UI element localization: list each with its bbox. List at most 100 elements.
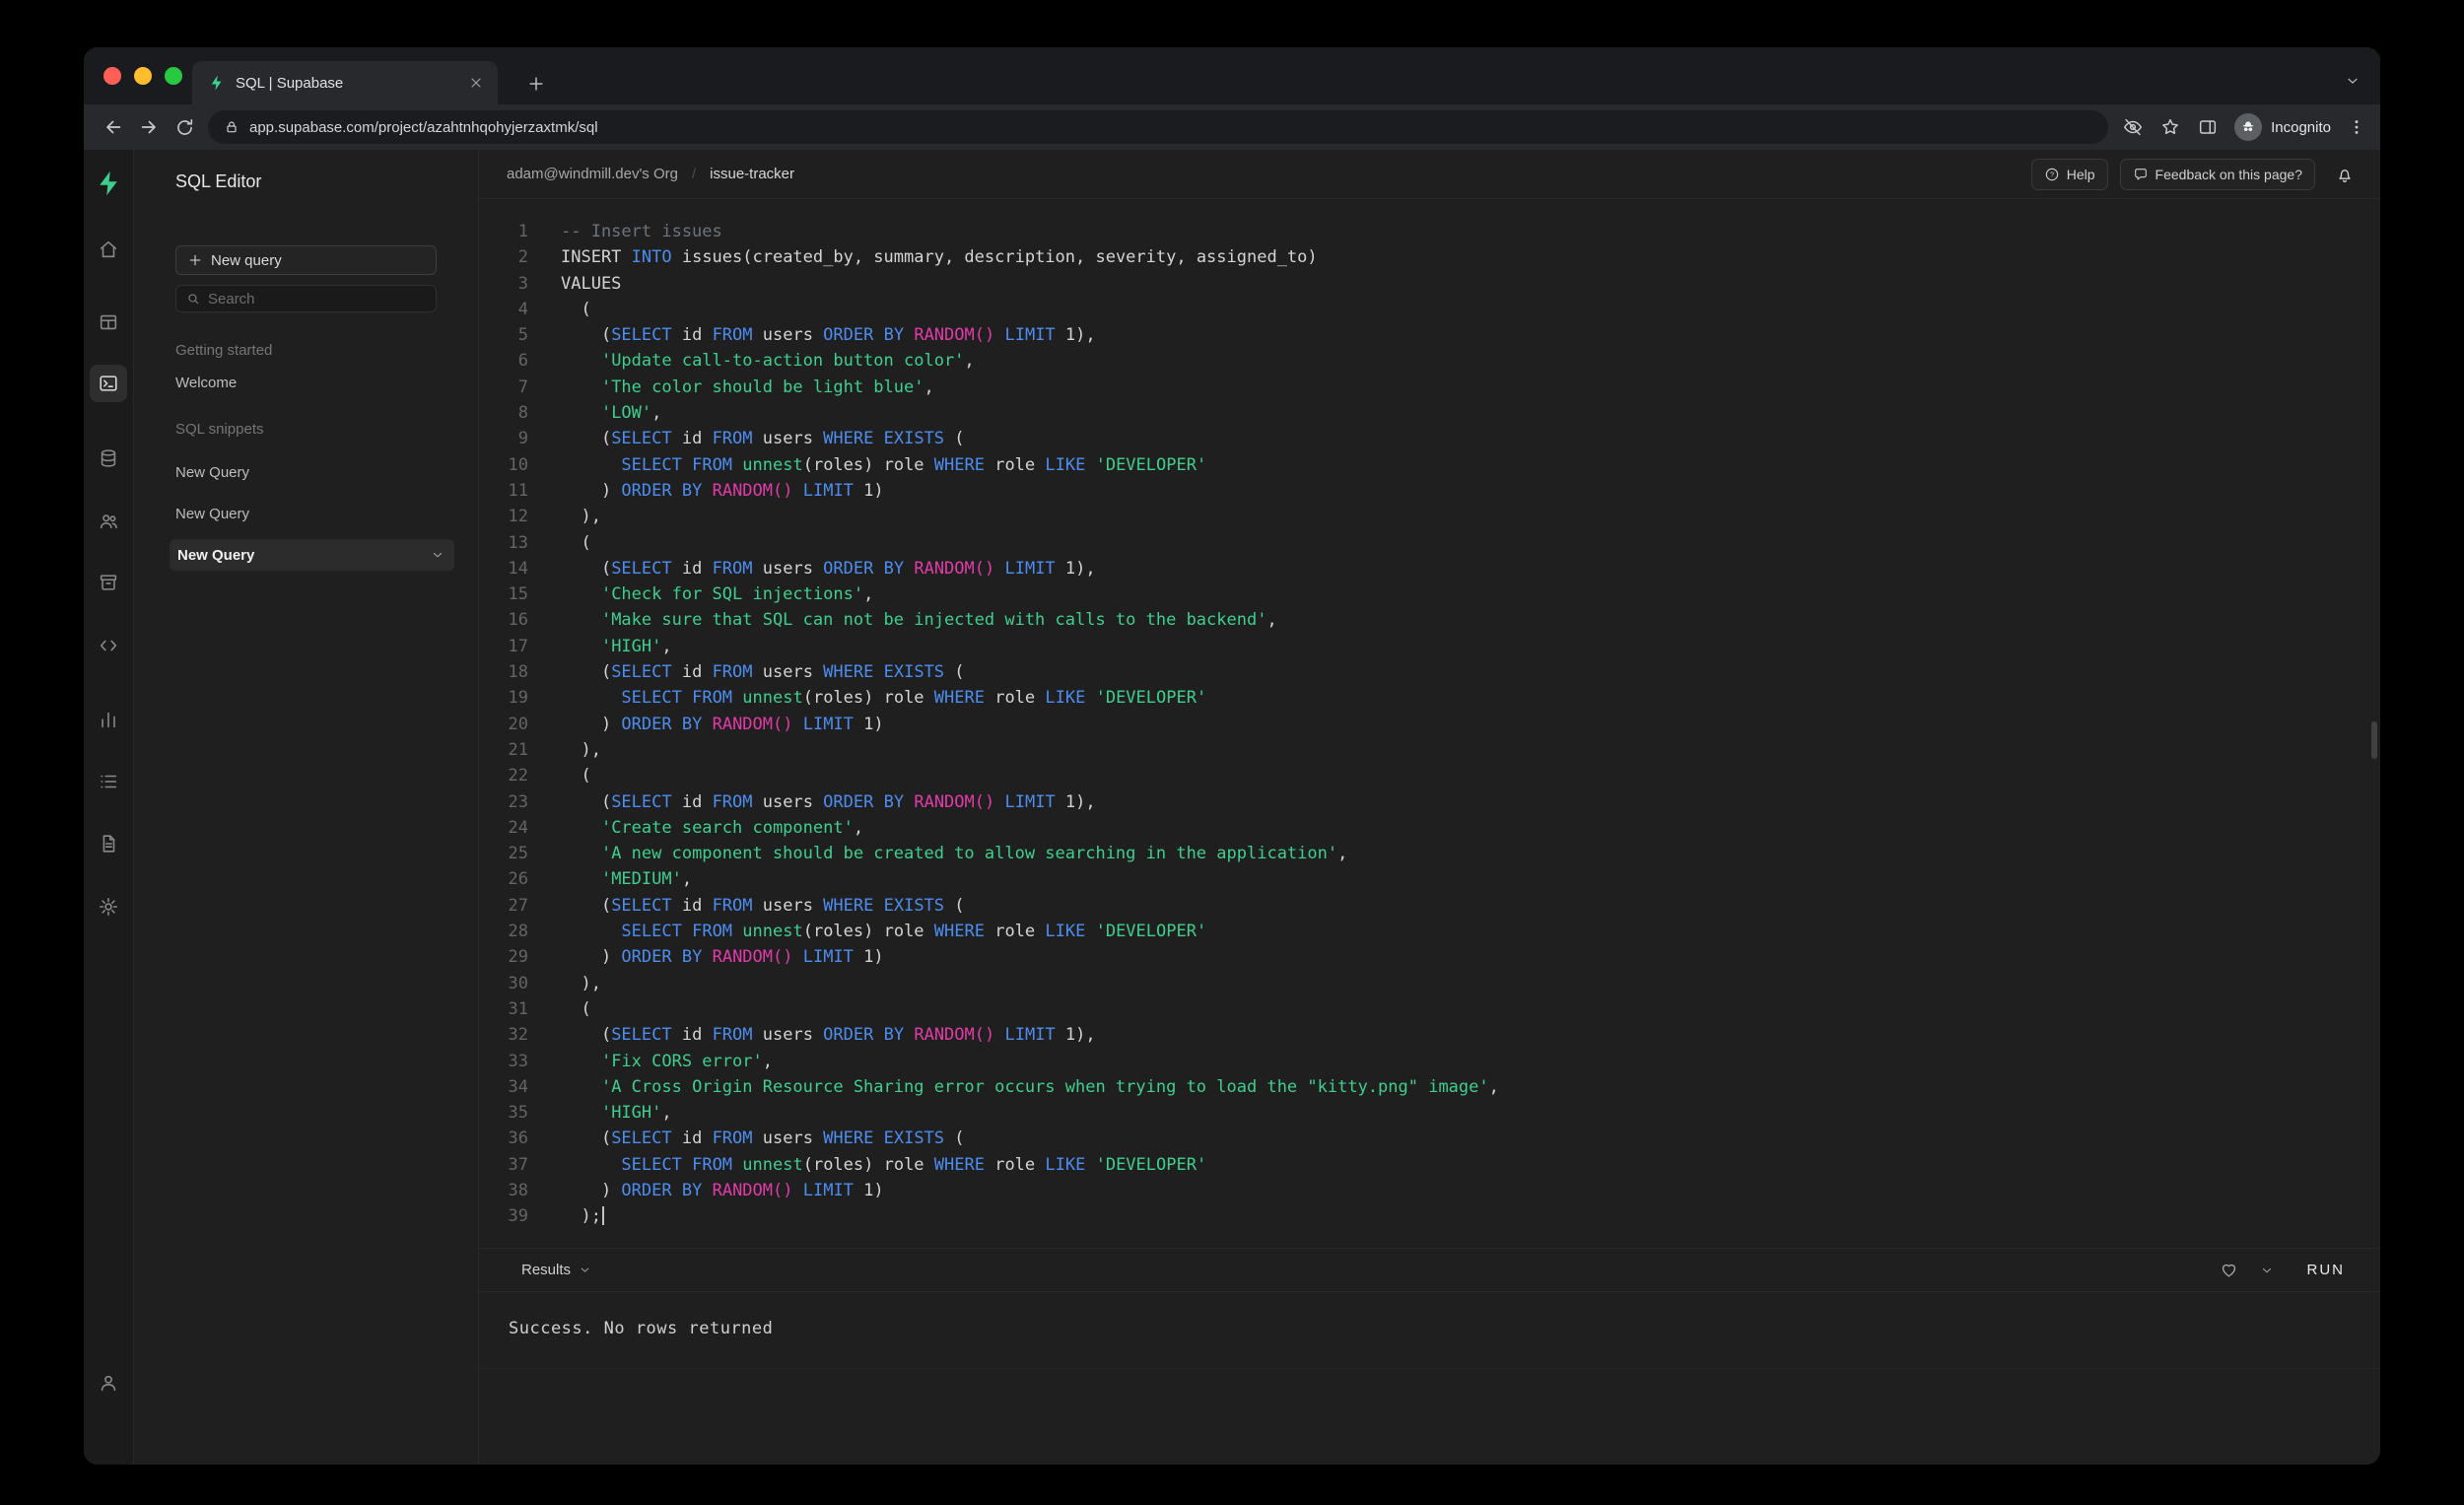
line-number: 10 (508, 454, 528, 475)
code-line[interactable]: 17 'HIGH', (479, 634, 2380, 659)
code-line[interactable]: 5 (SELECT id FROM users ORDER BY RANDOM(… (479, 322, 2380, 348)
code-line[interactable]: 24 'Create search component', (479, 815, 2380, 841)
sidebar-item-logs[interactable] (90, 763, 127, 800)
search-input[interactable] (208, 290, 426, 308)
secure-lock-icon[interactable] (224, 119, 240, 135)
line-number: 21 (508, 739, 528, 760)
code-line[interactable]: 19 SELECT FROM unnest(roles) role WHERE … (479, 685, 2380, 711)
browser-tab[interactable]: SQL | Supabase (192, 61, 498, 104)
code-line[interactable]: 11 ) ORDER BY RANDOM() LIMIT 1) (479, 478, 2380, 504)
code-line[interactable]: 6 'Update call-to-action button color', (479, 348, 2380, 374)
code-line[interactable]: 3 VALUES (479, 271, 2380, 297)
chevron-down-icon[interactable] (431, 548, 445, 562)
sidebar-item-storage[interactable] (90, 564, 127, 601)
query-list-item-selected[interactable]: New Query (170, 539, 454, 571)
toolbar-actions: Incognito (2122, 113, 2366, 141)
query-list-item[interactable]: New Query (134, 493, 478, 534)
line-number: 36 (508, 1129, 528, 1149)
eye-off-icon[interactable] (2122, 116, 2144, 138)
back-button[interactable] (96, 109, 131, 145)
sidebar-item-reports[interactable] (90, 701, 127, 738)
code-line[interactable]: 25 'A new component should be created to… (479, 841, 2380, 866)
url-text[interactable]: app.supabase.com/project/azahtnhqohyjerz… (249, 119, 598, 136)
notifications-bell-icon[interactable] (2335, 165, 2355, 184)
new-tab-button[interactable] (521, 69, 551, 99)
section-label-sql-snippets: SQL snippets (175, 421, 264, 438)
results-dropdown[interactable]: Results (521, 1262, 591, 1278)
code-line[interactable]: 34 'A Cross Origin Resource Sharing erro… (479, 1074, 2380, 1100)
code-line[interactable]: 1 -- Insert issues (479, 219, 2380, 244)
browser-menu-icon[interactable] (2347, 117, 2366, 137)
code-line[interactable]: 14 (SELECT id FROM users ORDER BY RANDOM… (479, 556, 2380, 581)
incognito-badge[interactable]: Incognito (2234, 113, 2331, 141)
bookmark-star-icon[interactable] (2159, 116, 2181, 138)
editor-scrollbar[interactable] (2371, 721, 2377, 759)
line-number: 11 (508, 480, 528, 501)
close-window-button[interactable] (103, 67, 121, 85)
save-options-chevron-icon[interactable] (2260, 1264, 2274, 1277)
code-line[interactable]: 31 ( (479, 996, 2380, 1022)
code-line[interactable]: 38 ) ORDER BY RANDOM() LIMIT 1) (479, 1178, 2380, 1203)
code-line[interactable]: 35 'HIGH', (479, 1100, 2380, 1126)
code-line[interactable]: 15 'Check for SQL injections', (479, 581, 2380, 607)
code-line[interactable]: 22 ( (479, 763, 2380, 788)
minimize-window-button[interactable] (134, 67, 152, 85)
side-panel-icon[interactable] (2197, 116, 2219, 138)
code-line[interactable]: 7 'The color should be light blue', (479, 375, 2380, 400)
code-line[interactable]: 27 (SELECT id FROM users WHERE EXISTS ( (479, 893, 2380, 919)
code-line[interactable]: 12 ), (479, 504, 2380, 529)
sidebar-item-database[interactable] (90, 440, 127, 477)
sidebar-item-table-editor[interactable] (90, 304, 127, 341)
tab-close-icon[interactable] (468, 75, 484, 91)
help-button[interactable]: ? Help (2030, 158, 2108, 190)
code-line[interactable]: 13 ( (479, 530, 2380, 556)
zoom-window-button[interactable] (165, 67, 182, 85)
sidebar-search[interactable] (175, 285, 437, 312)
code-line[interactable]: 26 'MEDIUM', (479, 866, 2380, 892)
code-line[interactable]: 39 ); (479, 1203, 2380, 1229)
code-line[interactable]: 18 (SELECT id FROM users WHERE EXISTS ( (479, 659, 2380, 685)
sql-editor-canvas[interactable]: 1 -- Insert issues 2 INSERT INTO issues(cre… (479, 199, 2380, 1248)
code-line[interactable]: 37 SELECT FROM unnest(roles) role WHERE … (479, 1152, 2380, 1178)
forward-button[interactable] (131, 109, 167, 145)
query-list-item[interactable]: New Query (134, 451, 478, 493)
code-line[interactable]: 16 'Make sure that SQL can not be inject… (479, 607, 2380, 633)
sidebar-item-authentication[interactable] (90, 503, 127, 540)
sidebar-item-settings[interactable] (90, 888, 127, 925)
code-line[interactable]: 30 ), (479, 971, 2380, 996)
reload-button[interactable] (167, 109, 202, 145)
line-number: 20 (508, 714, 528, 734)
code-line[interactable]: 21 ), (479, 737, 2380, 763)
tab-list-chevron-icon[interactable] (2341, 69, 2364, 93)
run-button[interactable]: RUN (2307, 1262, 2346, 1278)
code-line[interactable]: 9 (SELECT id FROM users WHERE EXISTS ( (479, 426, 2380, 451)
code-line[interactable]: 36 (SELECT id FROM users WHERE EXISTS ( (479, 1126, 2380, 1151)
code-line[interactable]: 23 (SELECT id FROM users ORDER BY RANDOM… (479, 789, 2380, 815)
code-line[interactable]: 8 'LOW', (479, 400, 2380, 426)
sidebar-item-sql-editor[interactable] (90, 365, 127, 402)
line-number: 26 (508, 869, 528, 890)
code-line[interactable]: 28 SELECT FROM unnest(roles) role WHERE … (479, 919, 2380, 944)
sidebar-item-functions[interactable] (90, 627, 127, 664)
code-line[interactable]: 2 INSERT INTO issues(created_by, summary,… (479, 244, 2380, 270)
favorite-heart-icon[interactable] (2220, 1261, 2238, 1279)
sidebar-item-docs[interactable] (90, 825, 127, 862)
code-line[interactable]: 29 ) ORDER BY RANDOM() LIMIT 1) (479, 944, 2380, 970)
new-query-button[interactable]: New query (175, 245, 437, 275)
sidebar-item-home[interactable] (90, 231, 127, 268)
line-number: 32 (508, 1025, 528, 1046)
supabase-logo-icon[interactable] (95, 170, 122, 197)
feedback-button[interactable]: Feedback on this page? (2119, 158, 2315, 190)
breadcrumb-project[interactable]: issue-tracker (710, 166, 794, 182)
code-line[interactable]: 4 ( (479, 297, 2380, 322)
success-message: Success. No rows returned (509, 1319, 774, 1338)
code-line[interactable]: 10 SELECT FROM unnest(roles) role WHERE … (479, 452, 2380, 478)
account-icon[interactable] (90, 1364, 127, 1402)
sidebar-item-welcome[interactable]: Welcome (134, 375, 478, 391)
code-line[interactable]: 32 (SELECT id FROM users ORDER BY RANDOM… (479, 1022, 2380, 1048)
code-line[interactable]: 33 'Fix CORS error', (479, 1049, 2380, 1074)
help-circle-icon: ? (2044, 167, 2060, 182)
address-bar[interactable]: app.supabase.com/project/azahtnhqohyjerz… (208, 110, 2109, 144)
breadcrumb-org[interactable]: adam@windmill.dev's Org (507, 166, 678, 182)
code-line[interactable]: 20 ) ORDER BY RANDOM() LIMIT 1) (479, 712, 2380, 737)
